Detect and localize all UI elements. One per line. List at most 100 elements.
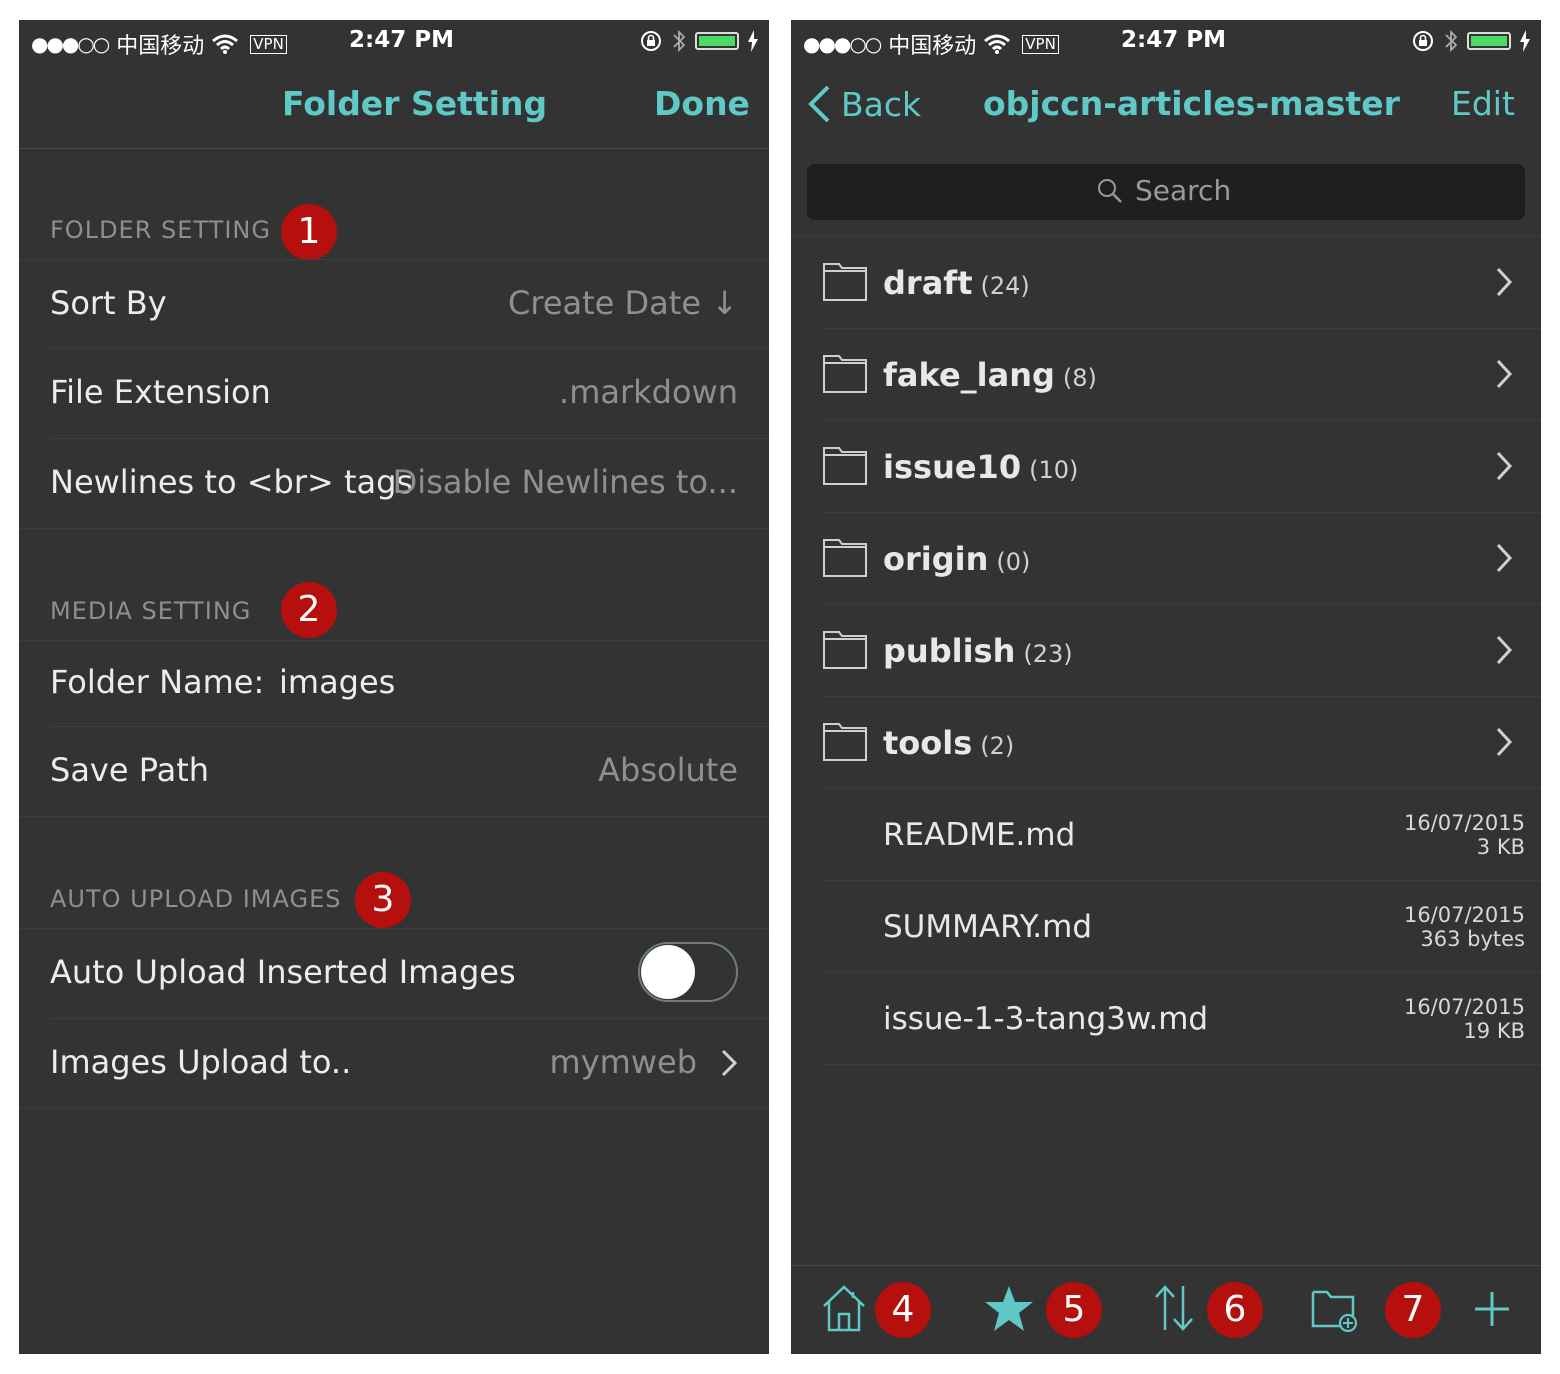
folder-row[interactable]: draft (24) xyxy=(791,237,1541,329)
newlines-label: Newlines to <br> tags xyxy=(50,463,414,501)
folder-row[interactable]: tools (2) xyxy=(791,697,1541,789)
wifi-icon xyxy=(984,34,1011,54)
save-path-label: Save Path xyxy=(50,751,210,789)
vpn-badge: VPN xyxy=(1022,34,1059,54)
folder-count: (2) xyxy=(980,732,1015,760)
nav-bar: Folder Setting Done xyxy=(19,60,769,149)
star-icon[interactable] xyxy=(983,1284,1035,1334)
annotation-badge-3: 3 xyxy=(355,872,411,928)
search-placeholder: Search xyxy=(1135,174,1232,207)
upload-to-cell[interactable]: Images Upload to.. mymweb xyxy=(19,1018,769,1107)
section-header-auto-upload: AUTO UPLOAD IMAGES xyxy=(50,885,342,913)
wifi-icon xyxy=(212,34,239,54)
file-name: issue-1-3-tang3w.md xyxy=(883,1001,1209,1037)
page-title: Folder Setting xyxy=(282,84,548,123)
back-label: Back xyxy=(841,84,922,124)
vpn-badge: VPN xyxy=(250,34,287,54)
file-extension-cell[interactable]: File Extension .markdown xyxy=(19,348,769,437)
divider xyxy=(822,1064,1541,1065)
folder-row[interactable]: origin (0) xyxy=(791,513,1541,605)
divider xyxy=(19,1107,769,1108)
folder-name-label: Folder Name: xyxy=(50,663,265,701)
file-meta: 16/07/2015 363 bytes xyxy=(1404,903,1525,951)
annotation-badge-4: 4 xyxy=(875,1282,931,1338)
chevron-right-icon xyxy=(1496,451,1513,481)
status-time: 2:47 PM xyxy=(1121,27,1226,53)
folder-name: publish xyxy=(883,632,1016,670)
folder-name: tools xyxy=(883,724,973,762)
status-time: 2:47 PM xyxy=(349,27,454,53)
battery-icon xyxy=(695,32,739,50)
folder-icon xyxy=(823,263,867,301)
folder-row[interactable]: publish (23) xyxy=(791,605,1541,697)
sort-by-cell[interactable]: Sort By Create Date ↓ xyxy=(19,259,769,348)
bluetooth-icon xyxy=(673,29,686,53)
file-meta: 16/07/2015 19 KB xyxy=(1404,995,1525,1043)
chevron-right-icon xyxy=(1496,267,1513,297)
file-size: 19 KB xyxy=(1463,1019,1525,1043)
divider xyxy=(19,816,769,817)
toggle-knob xyxy=(641,945,695,999)
chevron-right-icon xyxy=(1496,359,1513,389)
search-input[interactable]: Search xyxy=(807,164,1525,220)
file-date: 16/07/2015 xyxy=(1403,811,1525,835)
file-row[interactable]: SUMMARY.md 16/07/2015 363 bytes xyxy=(791,881,1541,973)
chevron-right-icon xyxy=(721,1049,738,1077)
file-name: README.md xyxy=(883,817,1076,853)
folder-name-cell: Folder Name: images xyxy=(19,638,769,727)
annotation-badge-1: 1 xyxy=(281,204,337,260)
file-browser-screen: ●●●○○ 中国移动 VPN 2:47 PM Back objccn-artic… xyxy=(791,20,1541,1354)
folder-count: (23) xyxy=(1023,640,1073,668)
auto-upload-label: Auto Upload Inserted Images xyxy=(50,953,516,991)
save-path-value: Absolute xyxy=(598,751,738,789)
home-icon[interactable] xyxy=(821,1284,867,1332)
battery-icon xyxy=(1467,32,1511,50)
folder-name-input[interactable]: images xyxy=(279,638,395,727)
new-folder-icon[interactable] xyxy=(1311,1286,1359,1332)
folder-icon xyxy=(823,723,867,761)
signal-strength: ●●●○○ xyxy=(803,32,882,56)
file-meta: 16/07/2015 3 KB xyxy=(1404,811,1525,859)
folder-name: draft xyxy=(883,264,973,302)
chevron-right-icon xyxy=(1496,543,1513,573)
folder-icon xyxy=(823,447,867,485)
rotation-lock-icon xyxy=(641,31,661,51)
file-name: SUMMARY.md xyxy=(883,909,1093,945)
charging-icon xyxy=(1520,30,1530,52)
signal-strength: ●●●○○ xyxy=(31,32,110,56)
folder-row[interactable]: issue10 (10) xyxy=(791,421,1541,513)
annotation-badge-6: 6 xyxy=(1207,1282,1263,1338)
newlines-value: Disable Newlines to... xyxy=(392,463,738,501)
newlines-cell[interactable]: Newlines to <br> tags Disable Newlines t… xyxy=(19,438,769,527)
section-header-media-setting: MEDIA SETTING xyxy=(50,597,252,625)
folder-count: (10) xyxy=(1029,456,1079,484)
file-row[interactable]: README.md 16/07/2015 3 KB xyxy=(791,789,1541,881)
file-date: 16/07/2015 xyxy=(1403,903,1525,927)
auto-upload-toggle[interactable] xyxy=(638,942,738,1002)
plus-icon[interactable] xyxy=(1473,1290,1511,1328)
folder-count: (24) xyxy=(980,272,1030,300)
edit-button[interactable]: Edit xyxy=(1451,84,1515,123)
status-bar: ●●●○○ 中国移动 VPN 2:47 PM xyxy=(791,20,1541,60)
folder-row[interactable]: fake_lang (8) xyxy=(791,329,1541,421)
nav-bar: Back objccn-articles-master Edit xyxy=(791,60,1541,148)
file-size: 363 bytes xyxy=(1420,927,1525,951)
folder-name: origin xyxy=(883,540,989,578)
back-button[interactable]: Back xyxy=(807,84,921,124)
page-title: objccn-articles-master xyxy=(983,84,1400,123)
carrier-name: 中国移动 xyxy=(888,34,977,59)
folder-count: (0) xyxy=(996,548,1031,576)
annotation-badge-5: 5 xyxy=(1046,1282,1102,1338)
bluetooth-icon xyxy=(1445,29,1458,53)
folder-setting-screen: ●●●○○ 中国移动 VPN 2:47 PM Folder Setting Do… xyxy=(19,20,769,1354)
section-header-folder-setting: FOLDER SETTING xyxy=(50,216,271,244)
folder-name: fake_lang xyxy=(883,356,1055,394)
sort-icon[interactable] xyxy=(1153,1284,1195,1332)
done-button[interactable]: Done xyxy=(654,84,750,123)
folder-icon xyxy=(823,355,867,393)
search-icon xyxy=(1098,178,1122,203)
file-row[interactable]: issue-1-3-tang3w.md 16/07/2015 19 KB xyxy=(791,973,1541,1065)
divider xyxy=(19,528,769,529)
save-path-cell[interactable]: Save Path Absolute xyxy=(19,726,769,815)
annotation-badge-2: 2 xyxy=(281,582,337,638)
